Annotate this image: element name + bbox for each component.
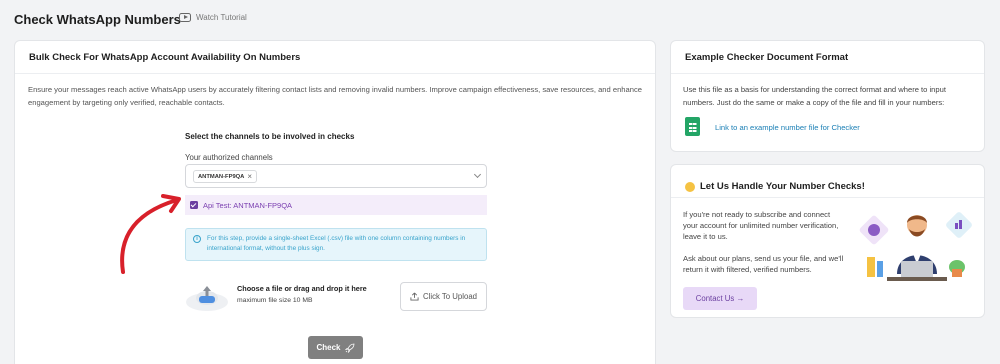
info-icon: i — [193, 235, 201, 243]
upload-button-label: Click To Upload — [422, 292, 478, 301]
example-format-card: Example Checker Document Format Use this… — [670, 40, 985, 152]
upload-icon — [410, 292, 419, 301]
bulk-check-description: Ensure your messages reach active WhatsA… — [28, 85, 642, 107]
example-format-heading: Example Checker Document Format — [671, 41, 984, 74]
upload-size-limit: maximum file size 10 MB — [237, 297, 313, 304]
upload-title: Choose a file or drag and drop it here — [237, 284, 367, 293]
handle-checks-card: Let Us Handle Your Number Checks! If you… — [670, 164, 985, 318]
handle-checks-heading: Let Us Handle Your Number Checks! — [700, 181, 865, 192]
authorized-channels-select[interactable]: ANTMAN-FP9QA × — [185, 164, 487, 188]
info-notice-text: For this step, provide a single-sheet Ex… — [207, 235, 466, 252]
check-button[interactable]: Check — [308, 336, 363, 359]
chevron-down-icon[interactable] — [473, 170, 482, 179]
channel-option-label: Api Test: ANTMAN-FP9QA — [203, 200, 293, 210]
info-notice: i For this step, provide a single-sheet … — [185, 228, 487, 261]
cloud-upload-icon — [186, 286, 228, 311]
checkbox-checked-icon[interactable] — [190, 201, 198, 209]
example-file-link[interactable]: Link to an example number file for Check… — [715, 123, 860, 132]
click-to-upload-button[interactable]: Click To Upload — [400, 282, 487, 311]
select-channels-title: Select the channels to be involved in ch… — [185, 132, 355, 141]
rocket-icon — [344, 343, 354, 353]
chip-remove-icon[interactable]: × — [247, 172, 252, 181]
bulk-check-heading: Bulk Check For WhatsApp Account Availabi… — [15, 41, 655, 74]
example-format-description: Use this file as a basis for understandi… — [683, 85, 946, 107]
spreadsheet-icon — [685, 117, 700, 136]
channel-option-api-test[interactable]: Api Test: ANTMAN-FP9QA — [185, 195, 487, 215]
support-agent-illustration — [859, 212, 972, 281]
watch-tutorial-label: Watch Tutorial — [196, 13, 247, 22]
bulk-check-card: Bulk Check For WhatsApp Account Availabi… — [14, 40, 656, 364]
watch-tutorial-link[interactable]: Watch Tutorial — [179, 13, 247, 22]
handle-checks-header: Let Us Handle Your Number Checks! — [671, 165, 984, 198]
check-button-label: Check — [316, 343, 341, 352]
page-title: Check WhatsApp Numbers — [14, 12, 181, 27]
contact-us-button[interactable]: Contact Us → — [683, 287, 757, 310]
authorized-channels-label: Your authorized channels — [185, 153, 273, 162]
handle-paragraph-1: If you're not ready to subscribe and con… — [683, 210, 839, 241]
selected-channel-chip: ANTMAN-FP9QA × — [193, 170, 258, 183]
chip-label: ANTMAN-FP9QA — [198, 173, 245, 180]
waving-hand-icon — [685, 181, 695, 192]
play-icon — [179, 13, 191, 22]
handle-paragraph-2: Ask about our plans, send us your file, … — [683, 254, 844, 274]
red-arrow-annotation — [120, 194, 181, 274]
